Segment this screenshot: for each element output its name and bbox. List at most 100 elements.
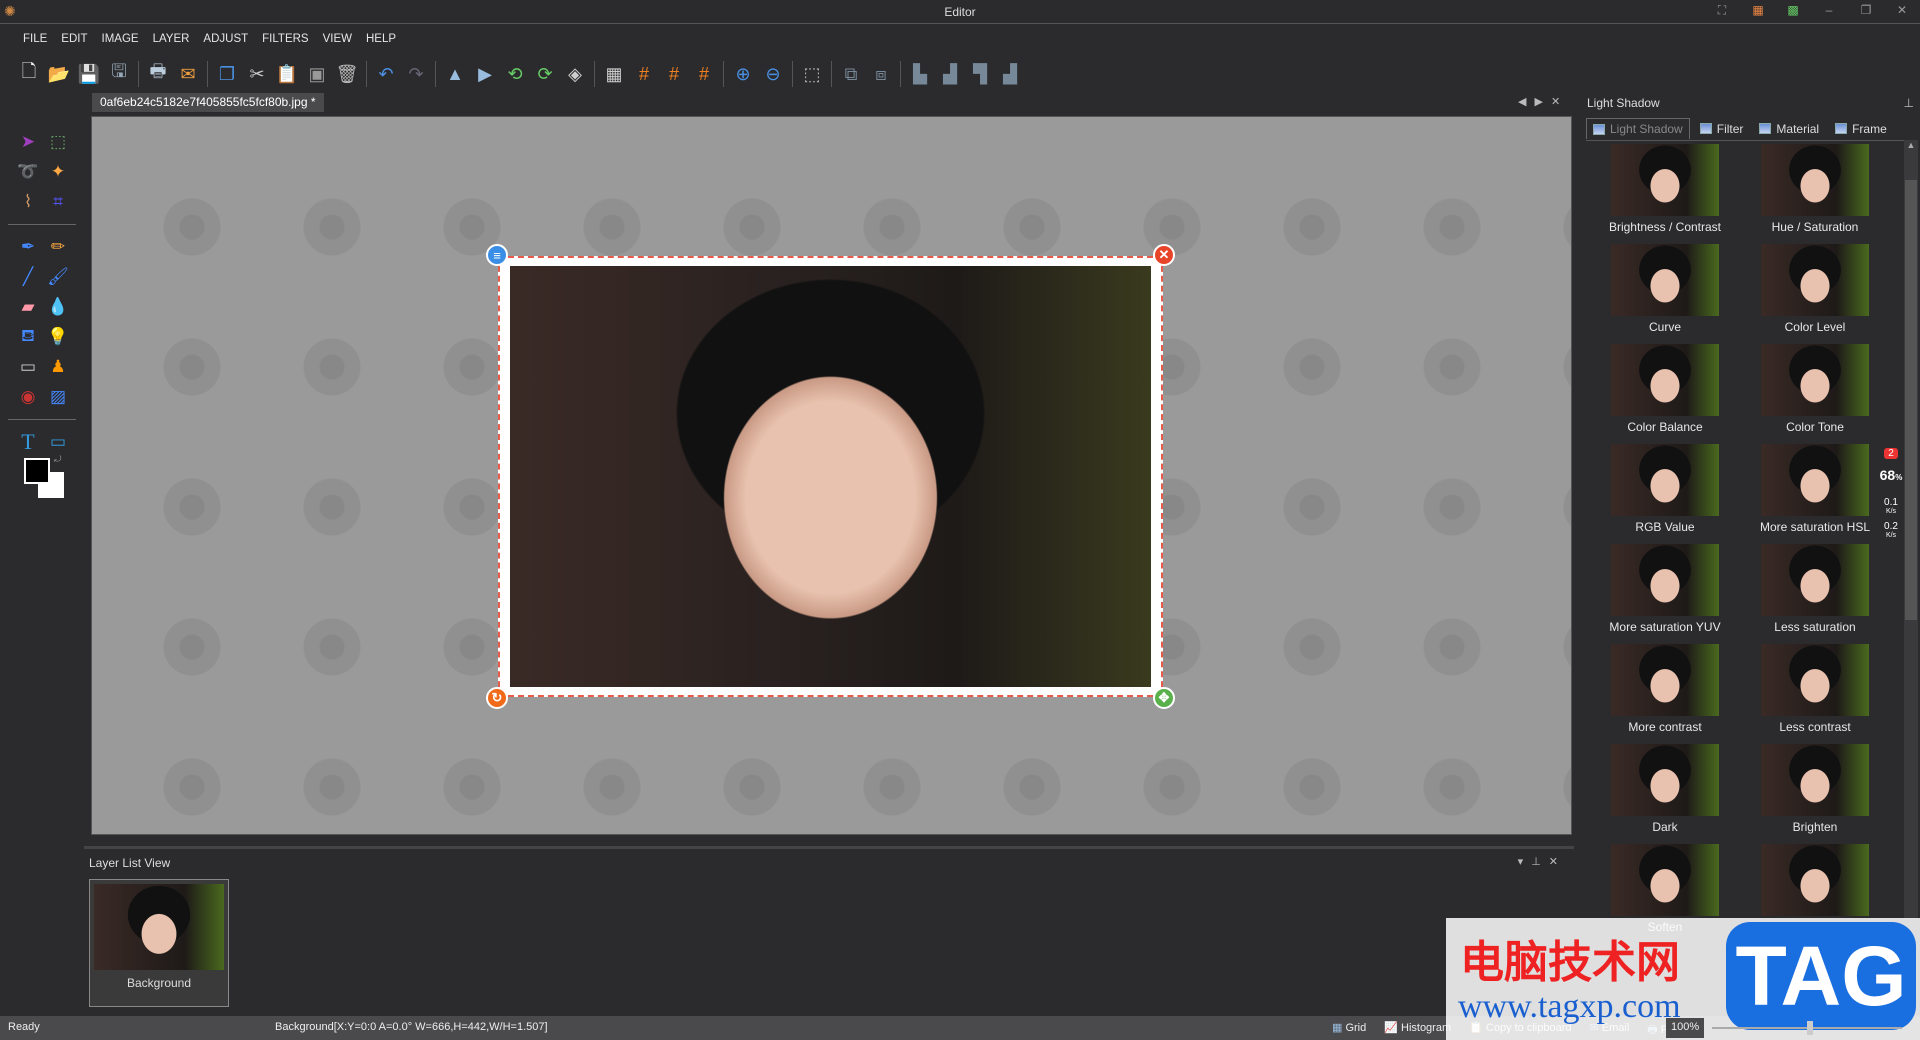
- fullscreen-icon[interactable]: ⛶: [1712, 3, 1732, 21]
- print-button[interactable]: 🖶: [145, 61, 171, 87]
- align-left-button[interactable]: ▙: [907, 61, 933, 87]
- flip-horizontal-button[interactable]: ▶: [472, 61, 498, 87]
- picture-tool[interactable]: ▨: [44, 383, 72, 411]
- menu-file[interactable]: FILE: [16, 29, 54, 51]
- fill-bucket-tool[interactable]: ⛾: [14, 323, 42, 351]
- actual-size-button[interactable]: ⧈: [868, 61, 894, 87]
- save-button[interactable]: 💾: [76, 61, 102, 87]
- text-tool[interactable]: T: [14, 428, 42, 456]
- crop-doc-button[interactable]: ▣: [304, 61, 330, 87]
- effect-item[interactable]: Brightness / Contrast: [1590, 144, 1740, 244]
- fit-canvas-button[interactable]: ⧉: [838, 61, 864, 87]
- effects-scrollbar[interactable]: ▲: [1904, 140, 1918, 920]
- cut-button[interactable]: ✂: [244, 61, 270, 87]
- effect-item[interactable]: Color Balance: [1590, 344, 1740, 444]
- tab-close-icon[interactable]: ✕: [1551, 96, 1568, 108]
- select-pointer-button[interactable]: ⬚: [799, 61, 825, 87]
- skin-icon[interactable]: ▦: [1748, 3, 1768, 21]
- light-bulb-tool[interactable]: 💡: [44, 323, 72, 351]
- tab-light-shadow[interactable]: Light Shadow: [1586, 118, 1690, 139]
- effect-item[interactable]: Less contrast: [1740, 644, 1890, 744]
- status-histogram-button[interactable]: 📈 Histogram: [1384, 1021, 1451, 1040]
- pin-icon[interactable]: ⊥: [1904, 96, 1914, 110]
- image-layer-frame[interactable]: ≡ ✕ ↻ ✥: [486, 244, 1175, 709]
- gradient-tool[interactable]: ▭: [14, 353, 42, 381]
- paste-button[interactable]: 📋: [274, 61, 300, 87]
- close-icon[interactable]: ✕: [1549, 856, 1566, 868]
- copy-window-button[interactable]: ❐: [214, 61, 240, 87]
- undo-button[interactable]: ↶: [373, 61, 399, 87]
- layer-item[interactable]: Background: [89, 879, 229, 1007]
- close-button[interactable]: ✕: [1892, 3, 1912, 21]
- dropdown-icon[interactable]: ▾: [1518, 856, 1532, 868]
- tab-next-icon[interactable]: ▶: [1534, 96, 1550, 108]
- grid-1-button[interactable]: #: [631, 61, 657, 87]
- magic-wand-tool[interactable]: ✦: [44, 158, 72, 186]
- redo-button[interactable]: ↷: [403, 61, 429, 87]
- blur-tool[interactable]: 💧: [44, 293, 72, 321]
- minimize-button[interactable]: –: [1819, 3, 1839, 21]
- effect-item[interactable]: Color Level: [1740, 244, 1890, 344]
- align-center-button[interactable]: ▟: [937, 61, 963, 87]
- tab-prev-icon[interactable]: ◀: [1518, 96, 1534, 108]
- rotate-free-button[interactable]: ◈: [562, 61, 588, 87]
- menu-edit[interactable]: EDIT: [54, 29, 94, 51]
- menu-image[interactable]: IMAGE: [95, 29, 146, 51]
- zoom-slider[interactable]: [1712, 1021, 1902, 1035]
- swap-colors-icon[interactable]: ⤾: [54, 454, 62, 465]
- new-file-button[interactable]: 🗋: [16, 61, 42, 87]
- pin-icon[interactable]: ⊥: [1531, 856, 1549, 868]
- resize-handle-icon[interactable]: ✥: [1153, 687, 1175, 709]
- pencil-tool[interactable]: ✏: [44, 233, 72, 261]
- align-top-button[interactable]: ▜: [967, 61, 993, 87]
- align-bottom-button[interactable]: ▟: [997, 61, 1023, 87]
- effect-item[interactable]: Hue / Saturation: [1740, 144, 1890, 244]
- foreground-color-swatch[interactable]: [24, 458, 50, 484]
- stamp-tool[interactable]: ♟: [44, 353, 72, 381]
- zoom-in-button[interactable]: ⊕: [730, 61, 756, 87]
- tab-material[interactable]: Material: [1753, 118, 1825, 139]
- save-as-button[interactable]: 🖫: [106, 61, 132, 87]
- pen-tool[interactable]: ✒: [14, 233, 42, 261]
- zoom-out-button[interactable]: ⊖: [760, 61, 786, 87]
- effect-item[interactable]: More saturation YUV: [1590, 544, 1740, 644]
- menu-filters[interactable]: FILTERS: [255, 29, 315, 51]
- tab-filter[interactable]: Filter: [1694, 118, 1750, 139]
- canvas-area[interactable]: ≡ ✕ ↻ ✥: [91, 116, 1572, 835]
- palette-icon[interactable]: ▩: [1783, 3, 1803, 21]
- effect-item[interactable]: Curve: [1590, 244, 1740, 344]
- rotate-left-button[interactable]: ⟲: [502, 61, 528, 87]
- eraser-tool[interactable]: ▰: [14, 293, 42, 321]
- open-button[interactable]: 📂: [46, 61, 72, 87]
- effect-item[interactable]: RGB Value: [1590, 444, 1740, 544]
- crop-tool[interactable]: ⌗: [44, 188, 72, 216]
- grid-3-button[interactable]: #: [691, 61, 717, 87]
- email-button[interactable]: ✉: [175, 61, 201, 87]
- effect-item[interactable]: Less saturation: [1740, 544, 1890, 644]
- effect-item[interactable]: Dark: [1590, 744, 1740, 844]
- rect-select-tool[interactable]: ⬚: [44, 128, 72, 156]
- red-eye-tool[interactable]: ◉: [14, 383, 42, 411]
- grid-2-button[interactable]: #: [661, 61, 687, 87]
- status-grid-button[interactable]: ▦ Grid: [1332, 1021, 1366, 1040]
- tab-frame[interactable]: Frame: [1829, 118, 1893, 139]
- menu-help[interactable]: HELP: [359, 29, 403, 51]
- delete-button[interactable]: 🗑: [334, 61, 360, 87]
- menu-layer[interactable]: LAYER: [146, 29, 197, 51]
- move-tool[interactable]: ➤: [14, 128, 42, 156]
- rotate-handle-icon[interactable]: ↻: [486, 687, 508, 709]
- effect-item[interactable]: More contrast: [1590, 644, 1740, 744]
- document-tab[interactable]: 0af6eb24c5182e7f405855fc5fcf80b.jpg *: [92, 93, 324, 112]
- menu-adjust[interactable]: ADJUST: [196, 29, 255, 51]
- poly-lasso-tool[interactable]: ⌇: [14, 188, 42, 216]
- rotate-right-button[interactable]: ⟳: [532, 61, 558, 87]
- brush-tool[interactable]: 🖌: [44, 263, 72, 291]
- shape-tool[interactable]: ▭: [44, 428, 72, 456]
- effect-item[interactable]: Color Tone: [1740, 344, 1890, 444]
- effect-item[interactable]: More saturation HSL: [1740, 444, 1890, 544]
- line-tool[interactable]: ╱: [14, 263, 42, 291]
- lasso-tool[interactable]: ➰: [14, 158, 42, 186]
- effect-item[interactable]: Brighten: [1740, 744, 1890, 844]
- flip-vertical-button[interactable]: ▲: [442, 61, 468, 87]
- restore-button[interactable]: ❐: [1856, 3, 1876, 21]
